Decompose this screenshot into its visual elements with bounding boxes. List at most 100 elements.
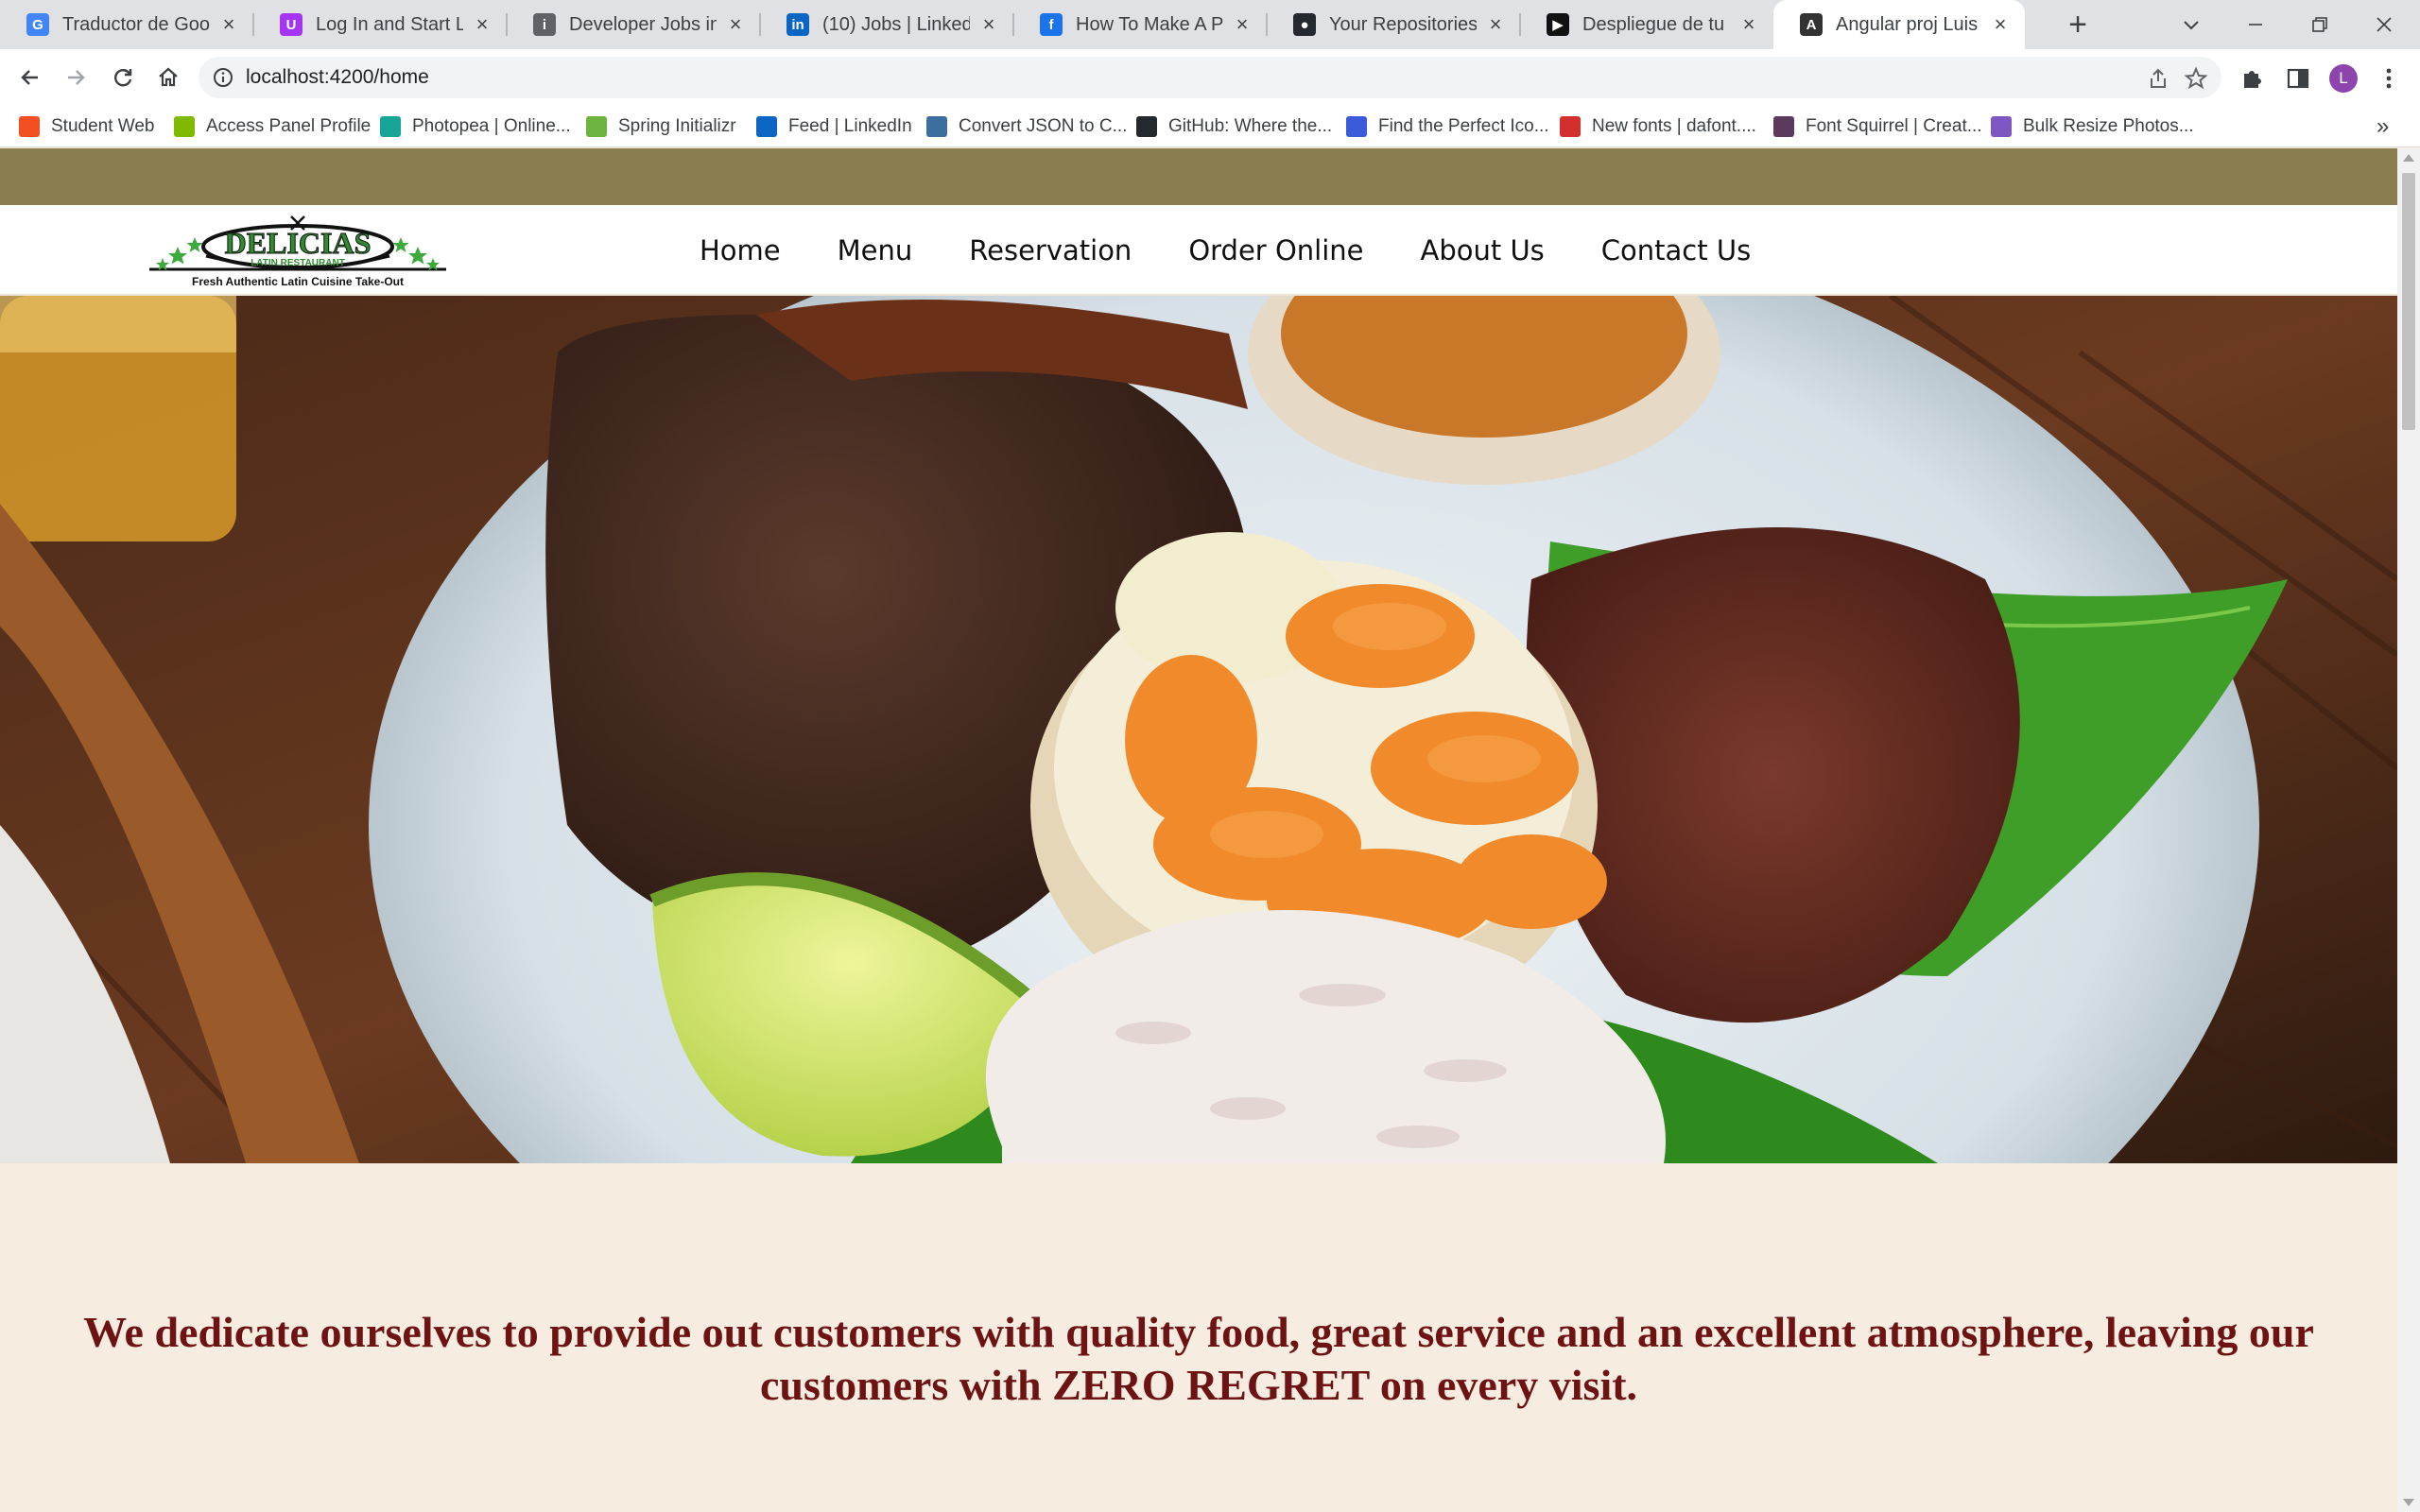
url-text[interactable]: localhost:4200/home bbox=[246, 57, 429, 98]
arrow-right-icon bbox=[68, 70, 85, 85]
browser-tab[interactable]: i Developer Jobs in Lon × bbox=[507, 0, 761, 49]
arrow-left-icon bbox=[21, 70, 38, 85]
tab-title: How To Make A Portfo bbox=[1076, 13, 1223, 35]
bookmark-label: New fonts | dafont.... bbox=[1592, 116, 1756, 136]
scroll-up-arrow-icon[interactable] bbox=[2403, 154, 2414, 162]
tab-search-button[interactable] bbox=[2159, 0, 2223, 49]
logo-mark: DELICIAS LATIN RESTAURANT bbox=[149, 215, 446, 271]
nav-link-about-us[interactable]: About Us bbox=[1421, 234, 1545, 266]
linkedin-icon: in bbox=[786, 13, 809, 36]
star-icon[interactable] bbox=[2184, 66, 2208, 91]
info-icon: i bbox=[533, 13, 556, 36]
nav-link-home[interactable]: Home bbox=[700, 234, 781, 266]
main-nav: Home Menu Reservation Order Online About Us C… bbox=[700, 205, 1807, 296]
tab-title: Your Repositories bbox=[1329, 13, 1477, 35]
chevron-down-icon bbox=[2184, 21, 2199, 30]
browser-tab[interactable]: in (10) Jobs | LinkedIn × bbox=[760, 0, 1014, 49]
bookmarks-overflow-button[interactable]: » bbox=[2377, 106, 2389, 147]
close-window-button[interactable] bbox=[2352, 0, 2416, 49]
restore-icon bbox=[2312, 17, 2327, 32]
close-tab-icon[interactable]: × bbox=[1231, 12, 1253, 37]
info-icon[interactable] bbox=[212, 66, 234, 89]
scroll-thumb[interactable] bbox=[2402, 173, 2415, 430]
bookmark-item[interactable]: Convert JSON to C... bbox=[926, 106, 1127, 147]
browser-tab[interactable]: ▶ Despliegue de tu apli × bbox=[1520, 0, 1773, 49]
json2csharp-icon bbox=[926, 116, 947, 137]
browser-tab[interactable]: G Traductor de Google × bbox=[0, 0, 254, 49]
scroll-down-arrow-icon[interactable] bbox=[2403, 1499, 2414, 1506]
bookmark-label: GitHub: Where the... bbox=[1168, 116, 1333, 136]
tab-title: Despliegue de tu apli bbox=[1582, 13, 1730, 35]
bookmark-item[interactable]: Bulk Resize Photos... bbox=[1991, 106, 2194, 147]
bookmark-item[interactable]: Find the Perfect Ico... bbox=[1346, 106, 1549, 147]
browser-tab[interactable]: ● Your Repositories × bbox=[1267, 0, 1521, 49]
bulkresize-icon bbox=[1991, 116, 2012, 137]
page-viewport: DELICIAS LATIN RESTAURANT Fresh Authenti… bbox=[0, 148, 2397, 1512]
close-tab-icon[interactable]: × bbox=[1484, 12, 1507, 37]
reload-button[interactable] bbox=[102, 57, 144, 98]
close-tab-icon[interactable]: × bbox=[977, 12, 1000, 37]
nav-link-contact-us[interactable]: Contact Us bbox=[1601, 234, 1751, 266]
bookmark-label: Photopea | Online... bbox=[412, 116, 571, 136]
tab-title: Log In and Start Learn bbox=[316, 13, 463, 35]
share-icon[interactable] bbox=[2146, 66, 2170, 91]
close-tab-icon[interactable]: × bbox=[724, 12, 747, 37]
hero-image bbox=[0, 296, 2397, 1163]
logo-subtitle: LATIN RESTAURANT bbox=[251, 258, 345, 268]
nav-link-reservation[interactable]: Reservation bbox=[969, 234, 1132, 266]
tab-title: Angular proj Luis 202 bbox=[1836, 13, 1981, 35]
microsoft-icon bbox=[174, 116, 195, 137]
address-bar[interactable]: localhost:4200/home bbox=[199, 57, 2221, 98]
google-translate-icon: G bbox=[26, 13, 49, 36]
side-panel-icon[interactable] bbox=[2284, 64, 2312, 93]
close-tab-icon[interactable]: × bbox=[1989, 12, 2012, 37]
flag-icon bbox=[1346, 116, 1367, 137]
bookmark-item[interactable]: Access Panel Profile bbox=[174, 106, 371, 147]
bookmark-label: Bulk Resize Photos... bbox=[2023, 116, 2194, 136]
bookmark-item[interactable]: GitHub: Where the... bbox=[1136, 106, 1332, 147]
restore-button[interactable] bbox=[2288, 0, 2352, 49]
tab-title: (10) Jobs | LinkedIn bbox=[822, 13, 970, 35]
spring-icon bbox=[586, 116, 607, 137]
bookmark-item[interactable]: Spring Initializr bbox=[586, 106, 736, 147]
close-icon bbox=[2377, 17, 2392, 32]
minimize-button[interactable] bbox=[2223, 0, 2288, 49]
browser-tab[interactable]: f How To Make A Portfo × bbox=[1013, 0, 1268, 49]
extensions-icon[interactable] bbox=[2238, 64, 2267, 93]
new-tab-button[interactable]: + bbox=[2057, 4, 2099, 45]
home-button[interactable] bbox=[147, 57, 189, 98]
video-icon: ▶ bbox=[1547, 13, 1569, 36]
bookmark-label: Access Panel Profile bbox=[206, 116, 372, 136]
browser-tab[interactable]: A Angular proj Luis 202 × bbox=[1773, 0, 2025, 49]
bookmark-item[interactable]: Photopea | Online... bbox=[380, 106, 571, 147]
photopea-icon bbox=[380, 116, 401, 137]
bookmark-item[interactable]: New fonts | dafont.... bbox=[1560, 106, 1756, 147]
page-scrollbar[interactable] bbox=[2397, 148, 2420, 1512]
browser-tab[interactable]: U Log In and Start Learn × bbox=[253, 0, 508, 49]
bookmark-item[interactable]: Feed | LinkedIn bbox=[756, 106, 912, 147]
logo-name: DELICIAS bbox=[225, 226, 372, 260]
back-button[interactable] bbox=[9, 57, 51, 98]
microsoft-icon bbox=[19, 116, 40, 137]
bookmarks-bar: Student Web Access Panel Profile Photopea … bbox=[0, 106, 2420, 147]
close-tab-icon[interactable]: × bbox=[1737, 12, 1760, 37]
more-vert-icon[interactable] bbox=[2375, 64, 2403, 93]
close-tab-icon[interactable]: × bbox=[471, 12, 493, 37]
forward-button[interactable] bbox=[55, 57, 96, 98]
freecodecamp-icon: f bbox=[1040, 13, 1063, 36]
tab-title: Developer Jobs in Lon bbox=[569, 13, 717, 35]
site-top-bar bbox=[0, 148, 2397, 205]
angular-icon: A bbox=[1800, 13, 1823, 36]
github-icon bbox=[1136, 116, 1157, 137]
close-tab-icon[interactable]: × bbox=[217, 12, 240, 37]
bookmark-item[interactable]: Font Squirrel | Creat... bbox=[1773, 106, 1982, 147]
nav-link-menu[interactable]: Menu bbox=[838, 234, 913, 266]
hero-food-photo bbox=[0, 296, 2397, 1163]
nav-link-order-online[interactable]: Order Online bbox=[1188, 234, 1363, 266]
tab-title: Traductor de Google bbox=[62, 13, 210, 35]
bookmark-label: Convert JSON to C... bbox=[959, 116, 1128, 136]
profile-avatar[interactable]: L bbox=[2329, 64, 2358, 93]
delicias-logo[interactable]: DELICIAS LATIN RESTAURANT Fresh Authenti… bbox=[149, 213, 446, 292]
bookmark-label: Find the Perfect Ico... bbox=[1378, 116, 1549, 136]
bookmark-item[interactable]: Student Web bbox=[19, 106, 155, 147]
